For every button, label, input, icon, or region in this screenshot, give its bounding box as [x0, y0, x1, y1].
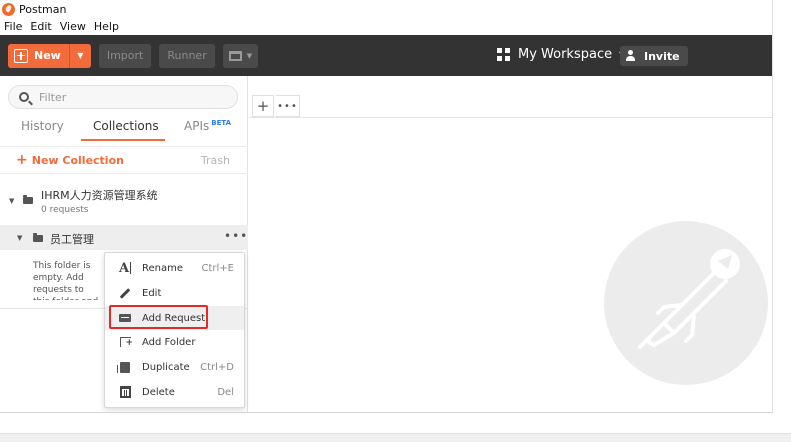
import-button[interactable]: Import	[98, 43, 152, 68]
plus-icon	[14, 48, 28, 63]
menu-item-label: Edit	[142, 287, 162, 299]
menu-item-shortcut: Ctrl+E	[201, 262, 235, 274]
tab-apis[interactable]: APIs BETA	[184, 119, 231, 133]
add-request-highlight	[109, 305, 208, 329]
trash-link[interactable]: Trash	[201, 154, 230, 167]
caret-down-icon: ▼	[77, 51, 84, 60]
new-dropdown-button[interactable]: ▼	[68, 43, 91, 68]
menu-file[interactable]: File	[4, 20, 22, 33]
new-window-button[interactable]: ▼	[222, 43, 259, 68]
menu-help[interactable]: Help	[94, 20, 119, 33]
menu-item-label: Add Folder	[142, 336, 196, 348]
add-tab-button[interactable]: +	[252, 95, 274, 117]
add-user-icon	[626, 50, 638, 62]
menu-item-label: Rename	[142, 262, 184, 274]
invite-button[interactable]: Invite	[620, 46, 688, 66]
window-bottom-border	[0, 412, 773, 413]
filter-input[interactable]: Filter	[8, 85, 238, 109]
new-button[interactable]: New	[8, 43, 69, 68]
menu-bar: File Edit View Help	[0, 18, 773, 35]
delete-icon	[118, 385, 132, 399]
duplicate-icon	[117, 360, 132, 374]
window-title: Postman	[19, 2, 67, 16]
menu-view[interactable]: View	[60, 20, 86, 33]
folder-icon	[23, 195, 33, 204]
workspace-grid-icon	[497, 48, 510, 61]
postman-watermark-icon	[604, 221, 768, 385]
invite-button-label: Invite	[644, 49, 680, 63]
runner-button-label: Runner	[167, 49, 207, 62]
collection-request-count: 0 requests	[41, 205, 89, 215]
more-tabs-button[interactable]: •••	[276, 95, 300, 117]
search-icon	[19, 92, 29, 102]
menu-item-delete[interactable]: Delete Del	[105, 380, 244, 404]
collection-item[interactable]: ▼ IHRM人力资源管理系统 0 requests	[0, 176, 248, 226]
postman-logo-icon	[2, 2, 15, 16]
tab-collections[interactable]: Collections	[93, 119, 159, 133]
new-button-label: New	[34, 49, 61, 62]
new-collection-label: New Collection	[31, 153, 124, 167]
more-options-icon[interactable]: •••	[224, 229, 248, 243]
tab-history[interactable]: History	[21, 119, 64, 133]
sidebar-tabs: History Collections APIs BETA	[0, 116, 248, 142]
new-window-icon	[228, 50, 242, 61]
rename-icon: A	[118, 260, 132, 276]
workspace-switcher[interactable]: My Workspace ▼	[497, 47, 625, 62]
menu-item-label: Duplicate	[142, 361, 190, 373]
plus-icon: +	[16, 152, 28, 168]
workspace-label: My Workspace	[518, 47, 613, 62]
menu-item-add-folder[interactable]: Add Folder	[105, 330, 244, 354]
folder-context-menu: A Rename Ctrl+E Edit Add Request Add Fol…	[104, 252, 245, 408]
menu-item-duplicate[interactable]: Duplicate Ctrl+D	[105, 355, 244, 379]
window-edge	[772, 0, 773, 413]
edit-icon	[118, 286, 132, 300]
folder-name: 员工管理	[50, 233, 94, 246]
caret-down-icon: ▼	[246, 51, 253, 60]
tab-apis-label: APIs	[184, 119, 210, 133]
caret-down-icon[interactable]: ▼	[17, 234, 22, 242]
runner-button[interactable]: Runner	[159, 43, 215, 68]
active-tab-indicator	[81, 139, 165, 141]
menu-item-rename[interactable]: A Rename Ctrl+E	[105, 256, 244, 280]
filter-placeholder: Filter	[39, 90, 67, 104]
menu-item-shortcut: Ctrl+D	[200, 361, 234, 373]
beta-badge: BETA	[211, 119, 232, 127]
title-bar: Postman	[0, 0, 773, 18]
folder-icon	[33, 233, 43, 242]
menu-item-shortcut: Del	[217, 386, 234, 398]
folder-empty-message: This folder is empty. Add requests to th…	[33, 261, 98, 300]
menu-item-edit[interactable]: Edit	[105, 281, 244, 305]
new-button-group: New ▼	[8, 43, 91, 68]
add-folder-icon	[118, 335, 133, 349]
import-button-label: Import	[106, 49, 144, 62]
main-panel: + •••	[249, 76, 773, 412]
collection-actions: + New Collection Trash	[0, 146, 248, 174]
status-strip	[0, 433, 791, 442]
collection-name: IHRM人力资源管理系统	[41, 189, 158, 202]
menu-item-label: Delete	[142, 386, 175, 398]
postman-rocketman-icon	[638, 249, 740, 349]
menu-edit[interactable]: Edit	[30, 20, 51, 33]
folder-item[interactable]: ▼ 员工管理 •••	[0, 226, 248, 250]
new-collection-button[interactable]: + New Collection	[16, 153, 124, 167]
caret-down-icon[interactable]: ▼	[9, 197, 14, 205]
request-tab-strip: + •••	[249, 76, 773, 118]
